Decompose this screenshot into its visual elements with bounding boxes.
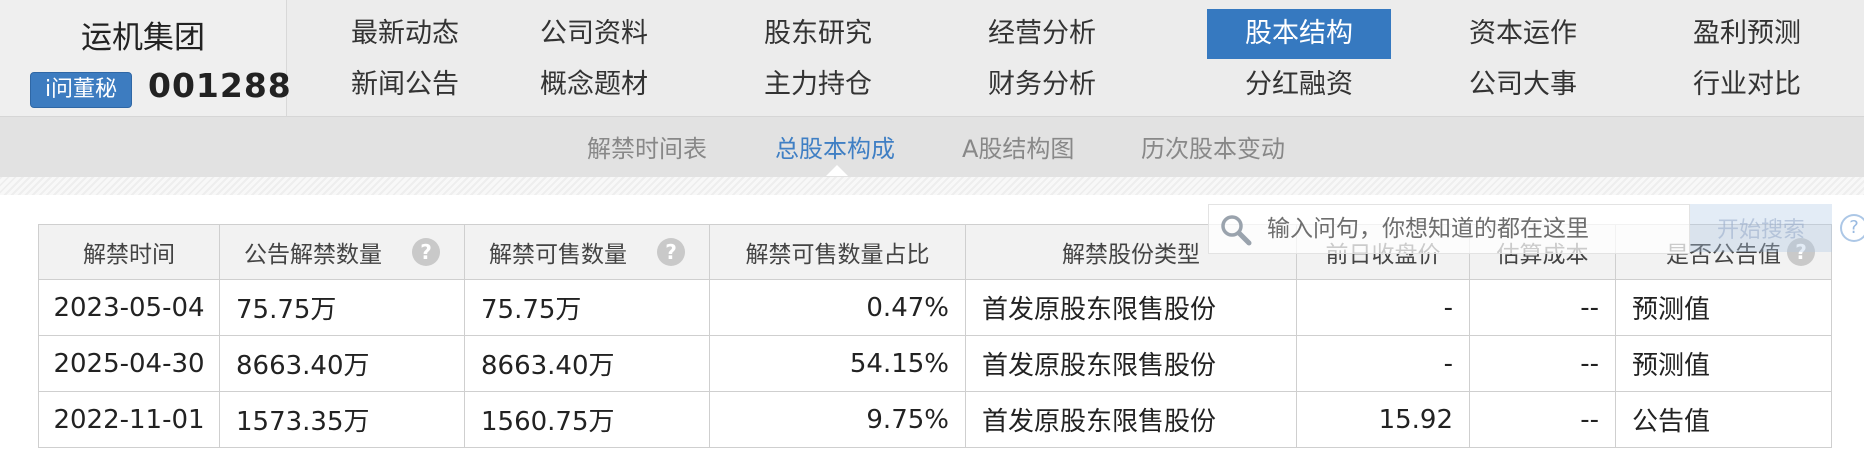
- cell-estimated-cost: --: [1469, 279, 1616, 336]
- header-label: 解禁可售数量: [489, 242, 627, 268]
- stock-code: 001288: [148, 66, 292, 105]
- top-navigation: 运机集团 i问董秘 001288 最新动态 公司资料 股东研究 经营分析 股本结…: [0, 0, 1864, 117]
- cell-is-announced: 公告值: [1615, 391, 1832, 448]
- cell-estimated-cost: --: [1469, 335, 1616, 392]
- sub-navigation: 解禁时间表 总股本构成 A股结构图 历次股本变动: [0, 117, 1864, 177]
- search-box: [1208, 204, 1690, 254]
- cell-previous-close: -: [1296, 335, 1470, 392]
- header-unlock-date: 解禁时间: [38, 224, 220, 280]
- cell-tradable-ratio: 54.15%: [709, 335, 966, 392]
- brand-panel: 运机集团 i问董秘 001288: [0, 0, 291, 116]
- search-help-icon[interactable]: ?: [1840, 214, 1864, 242]
- nav-concept-themes[interactable]: 概念题材: [502, 60, 686, 110]
- subtab-total-share-composition[interactable]: 总股本构成: [775, 129, 895, 164]
- cell-tradable-ratio: 9.75%: [709, 391, 966, 448]
- cell-unlock-date: 2022-11-01: [38, 391, 220, 448]
- nav-share-structure[interactable]: 股本结构: [1207, 9, 1391, 59]
- cell-estimated-cost: --: [1469, 391, 1616, 448]
- ask-secretary-button[interactable]: i问董秘: [30, 72, 132, 108]
- table-row: 2022-11-01 1573.35万 1560.75万 9.75% 首发原股东…: [38, 391, 1832, 448]
- nav-news-announcements[interactable]: 新闻公告: [313, 60, 497, 110]
- search-button[interactable]: 开始搜索: [1690, 204, 1832, 252]
- header-label: 解禁股份类型: [1062, 242, 1200, 268]
- help-glyph: ?: [1840, 214, 1864, 242]
- subtab-share-change-history[interactable]: 历次股本变动: [1141, 129, 1285, 164]
- table-row: 2025-04-30 8663.40万 8663.40万 54.15% 首发原股…: [38, 335, 1832, 392]
- cell-tradable-ratio: 0.47%: [709, 279, 966, 336]
- help-icon[interactable]: ?: [657, 238, 685, 266]
- cell-previous-close: 15.92: [1296, 391, 1470, 448]
- cell-unlock-date: 2023-05-04: [38, 279, 220, 336]
- header-label: 解禁时间: [83, 242, 175, 268]
- cell-tradable-amount: 8663.40万: [464, 335, 710, 392]
- nav-financial-analysis[interactable]: 财务分析: [950, 60, 1134, 110]
- nav-operation-analysis[interactable]: 经营分析: [950, 9, 1134, 59]
- nav-industry-comparison[interactable]: 行业对比: [1655, 60, 1839, 110]
- header-label: 解禁可售数量占比: [745, 242, 930, 268]
- cell-share-type: 首发原股东限售股份: [965, 335, 1297, 392]
- nav-company-profile[interactable]: 公司资料: [502, 9, 686, 59]
- cell-share-type: 首发原股东限售股份: [965, 391, 1297, 448]
- nav-profit-forecast[interactable]: 盈利预测: [1655, 9, 1839, 59]
- table-row: 2023-05-04 75.75万 75.75万 0.47% 首发原股东限售股份…: [38, 279, 1832, 336]
- nav-latest-news[interactable]: 最新动态: [313, 9, 497, 59]
- help-icon[interactable]: ?: [412, 238, 440, 266]
- nav-company-events[interactable]: 公司大事: [1431, 60, 1615, 110]
- subtab-a-share-structure-chart[interactable]: A股结构图: [962, 129, 1074, 164]
- search-input[interactable]: [1265, 205, 1689, 253]
- nav-shareholder-research[interactable]: 股东研究: [726, 9, 910, 59]
- nav-capital-operation[interactable]: 资本运作: [1431, 9, 1615, 59]
- header-label: 公告解禁数量: [244, 242, 382, 268]
- cell-share-type: 首发原股东限售股份: [965, 279, 1297, 336]
- unlock-table: 解禁时间 公告解禁数量? 解禁可售数量? 解禁可售数量占比 解禁股份类型 前日收…: [38, 224, 1832, 448]
- cell-announced-amount: 1573.35万: [219, 391, 465, 448]
- cell-previous-close: -: [1296, 279, 1470, 336]
- cell-is-announced: 预测值: [1615, 279, 1832, 336]
- active-subtab-indicator: [826, 165, 848, 176]
- company-name: 运机集团: [81, 20, 205, 56]
- cell-is-announced: 预测值: [1615, 335, 1832, 392]
- cell-announced-amount: 75.75万: [219, 279, 465, 336]
- subtab-unlock-schedule[interactable]: 解禁时间表: [587, 129, 707, 164]
- divider-stripe: [0, 177, 1864, 195]
- header-unlock-tradable-ratio: 解禁可售数量占比: [709, 224, 966, 280]
- cell-tradable-amount: 75.75万: [464, 279, 710, 336]
- header-announced-unlock-amount: 公告解禁数量?: [219, 224, 465, 280]
- cell-announced-amount: 8663.40万: [219, 335, 465, 392]
- cell-unlock-date: 2025-04-30: [38, 335, 220, 392]
- cell-tradable-amount: 1560.75万: [464, 391, 710, 448]
- header-unlock-tradable-amount: 解禁可售数量?: [464, 224, 710, 280]
- nav-dividend-financing[interactable]: 分红融资: [1207, 60, 1391, 110]
- nav-main-holdings[interactable]: 主力持仓: [726, 60, 910, 110]
- search-icon: [1221, 215, 1252, 246]
